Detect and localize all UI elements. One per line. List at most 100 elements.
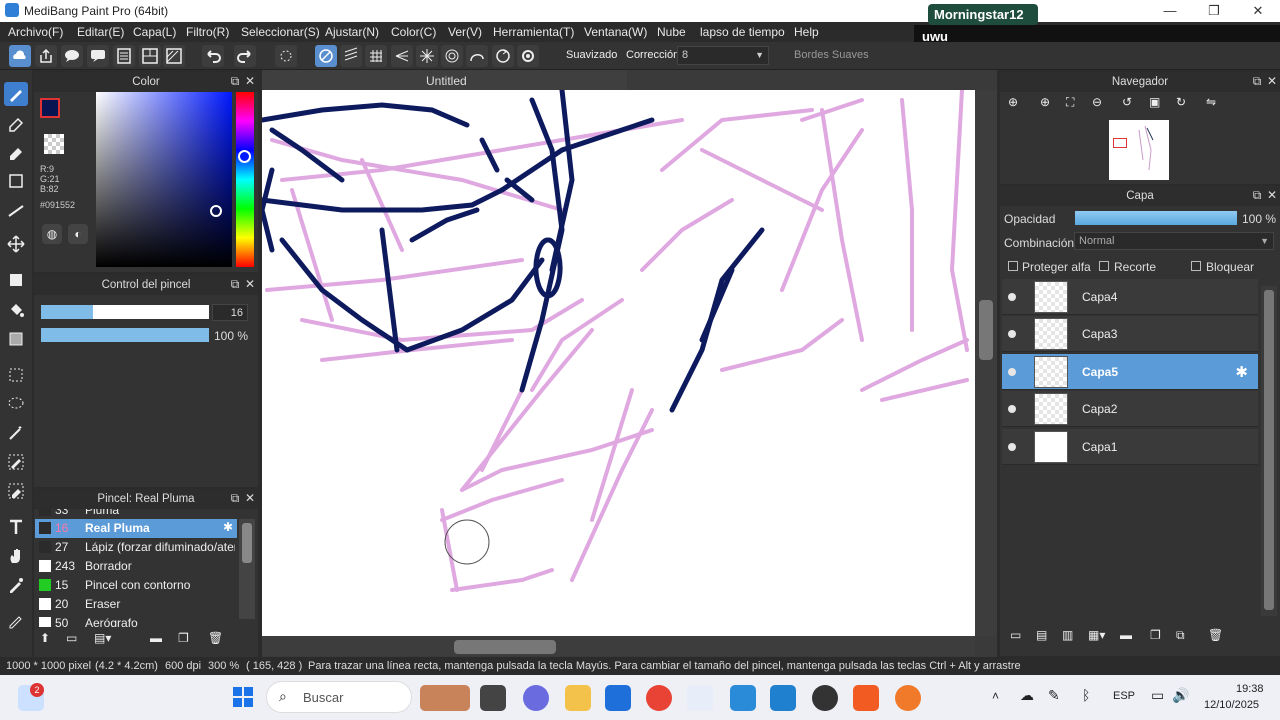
close-button[interactable]: ✕ — [1236, 0, 1280, 22]
list-item[interactable]: 20 Eraser — [35, 595, 237, 614]
folder-icon[interactable]: ▬ — [150, 631, 162, 645]
panel-float-icon[interactable]: ⧉ — [228, 491, 242, 505]
text-tool-icon[interactable] — [4, 515, 28, 539]
store-icon[interactable] — [605, 685, 631, 711]
panel-icon[interactable] — [113, 45, 135, 67]
protect-alpha-checkbox[interactable] — [1008, 261, 1018, 271]
clock-date[interactable]: 12/10/2025 — [1204, 699, 1259, 711]
brush-tool-icon[interactable] — [4, 82, 28, 106]
layer-row[interactable]: Capa3 — [1002, 316, 1258, 352]
saturation-value-picker[interactable] — [96, 92, 232, 267]
menu-capa[interactable]: Capa(L) — [133, 25, 176, 39]
snap-radial-icon[interactable] — [416, 45, 438, 67]
menu-herramienta[interactable]: Herramienta(T) — [493, 25, 574, 39]
export-icon[interactable] — [35, 45, 57, 67]
file-explorer-icon[interactable] — [565, 685, 591, 711]
menu-seleccionar[interactable]: Seleccionar(S) — [241, 25, 320, 39]
add-brush-icon[interactable]: ⬆ — [40, 631, 50, 645]
rect-tool-icon[interactable] — [4, 169, 28, 193]
list-item[interactable]: 50 Aerógrafo — [35, 614, 237, 627]
eye-icon[interactable] — [1008, 368, 1016, 376]
brush-size-input[interactable]: 16 — [212, 304, 248, 321]
bubble-rect-icon[interactable] — [87, 45, 109, 67]
eraser-tool-icon[interactable] — [4, 111, 28, 135]
list-item[interactable]: 15 Pincel con contorno — [35, 576, 237, 595]
volume-icon[interactable]: 🔊 — [1172, 687, 1189, 704]
menu-color[interactable]: Color(C) — [391, 25, 436, 39]
color-wheel-icon[interactable]: ◐ — [68, 224, 88, 244]
dot-eraser-icon[interactable] — [4, 140, 28, 164]
comic-panel-icon[interactable] — [139, 45, 161, 67]
pen-settings-icon[interactable] — [4, 608, 28, 632]
menu-ver[interactable]: Ver(V) — [448, 25, 482, 39]
layer-row[interactable]: Capa1 — [1002, 429, 1258, 465]
list-item[interactable]: 27 Lápiz (forzar difuminado/atenu — [35, 538, 237, 557]
gear-icon[interactable]: ✱ — [1235, 363, 1248, 381]
eyedropper-icon[interactable] — [4, 573, 28, 597]
eye-icon[interactable] — [1008, 443, 1016, 451]
panel-float-icon[interactable]: ⧉ — [1250, 188, 1264, 202]
layer-row-selected[interactable]: Capa5 ✱ — [1002, 354, 1258, 390]
widget-icon[interactable] — [420, 685, 470, 711]
new-layer-icon[interactable]: ▭ — [1010, 628, 1021, 642]
rotate-right-icon[interactable]: ↻ — [1176, 95, 1186, 109]
panel-close-icon[interactable]: ✕ — [1265, 74, 1279, 88]
duplicate-layer-icon[interactable]: ❐ — [1150, 628, 1161, 642]
eye-icon[interactable] — [1008, 330, 1016, 338]
bucket-icon[interactable] — [4, 298, 28, 322]
menu-ventana[interactable]: Ventana(W) — [584, 25, 647, 39]
flip-icon[interactable]: ⇋ — [1206, 95, 1216, 109]
layer-row[interactable]: Capa4 — [1002, 279, 1258, 315]
minimize-button[interactable]: — — [1148, 0, 1192, 22]
panel-float-icon[interactable]: ⧉ — [1250, 74, 1264, 88]
move-tool-icon[interactable] — [4, 232, 28, 256]
brush-size-slider[interactable] — [41, 305, 209, 319]
deselect-icon[interactable] — [275, 45, 297, 67]
copilot-icon[interactable] — [523, 685, 549, 711]
panel-float-icon[interactable]: ⧉ — [228, 277, 242, 291]
menu-lapso[interactable]: lapso de tiempo — [700, 25, 785, 39]
pen-icon[interactable]: ✎ — [1048, 687, 1060, 704]
eye-icon[interactable] — [1008, 293, 1016, 301]
primary-color-swatch[interactable] — [40, 98, 60, 118]
gear-icon[interactable]: ✱ — [223, 520, 233, 534]
snap-parallel-icon[interactable] — [340, 45, 362, 67]
cloud-icon[interactable]: ☁ — [1020, 687, 1034, 704]
bluetooth-icon[interactable]: ᛒ — [1082, 687, 1090, 703]
vscode-icon[interactable] — [770, 685, 796, 711]
taskview-icon[interactable] — [480, 685, 506, 711]
delete-layer-icon[interactable]: 🗑 — [1208, 628, 1223, 642]
duplicate-icon[interactable]: ❐ — [178, 631, 189, 645]
hue-slider[interactable] — [236, 92, 254, 267]
layer-folder-icon[interactable]: ▬ — [1120, 628, 1132, 642]
menu-nube[interactable]: Nube — [657, 25, 686, 39]
zoom-out-icon[interactable]: ⊖ — [1092, 95, 1102, 109]
actual-size-icon[interactable]: ▣ — [1149, 95, 1160, 109]
correction-select[interactable]: 8 ▼ — [677, 46, 769, 65]
chevron-up-icon[interactable]: ˄ — [992, 689, 999, 703]
brush-list-scrollbar[interactable] — [239, 519, 255, 619]
canvas-h-scrollbar[interactable] — [262, 636, 975, 656]
brush-opacity-slider[interactable] — [41, 328, 209, 342]
new-halftone-layer-icon[interactable]: ▤ — [1036, 628, 1047, 642]
lasso-icon[interactable] — [4, 392, 28, 416]
gradient-icon[interactable] — [4, 327, 28, 351]
mic-icon[interactable] — [895, 685, 921, 711]
brush-menu-icon[interactable]: ▤▾ — [94, 631, 111, 645]
layer-menu-icon[interactable]: ▦▾ — [1088, 628, 1105, 642]
magic-wand-icon[interactable] — [4, 421, 28, 445]
sv-picker-handle[interactable] — [210, 205, 222, 217]
layer-list-scrollbar[interactable] — [1261, 286, 1277, 616]
lock-checkbox[interactable] — [1191, 261, 1201, 271]
snap-curve-icon[interactable] — [466, 45, 488, 67]
menu-editar[interactable]: Editar(E) — [77, 25, 124, 39]
list-item[interactable]: 243 Borrador — [35, 557, 237, 576]
palette-icon[interactable]: ◍ — [42, 224, 62, 244]
menu-ajustar[interactable]: Ajustar(N) — [325, 25, 379, 39]
xampp-icon[interactable] — [853, 685, 879, 711]
menu-archivo[interactable]: Archivo(F) — [8, 25, 63, 39]
tone-icon[interactable] — [163, 45, 185, 67]
layer-opacity-slider[interactable] — [1075, 211, 1237, 225]
fit-icon[interactable]: ⛶ — [1066, 95, 1074, 110]
redo-icon[interactable] — [234, 45, 256, 67]
